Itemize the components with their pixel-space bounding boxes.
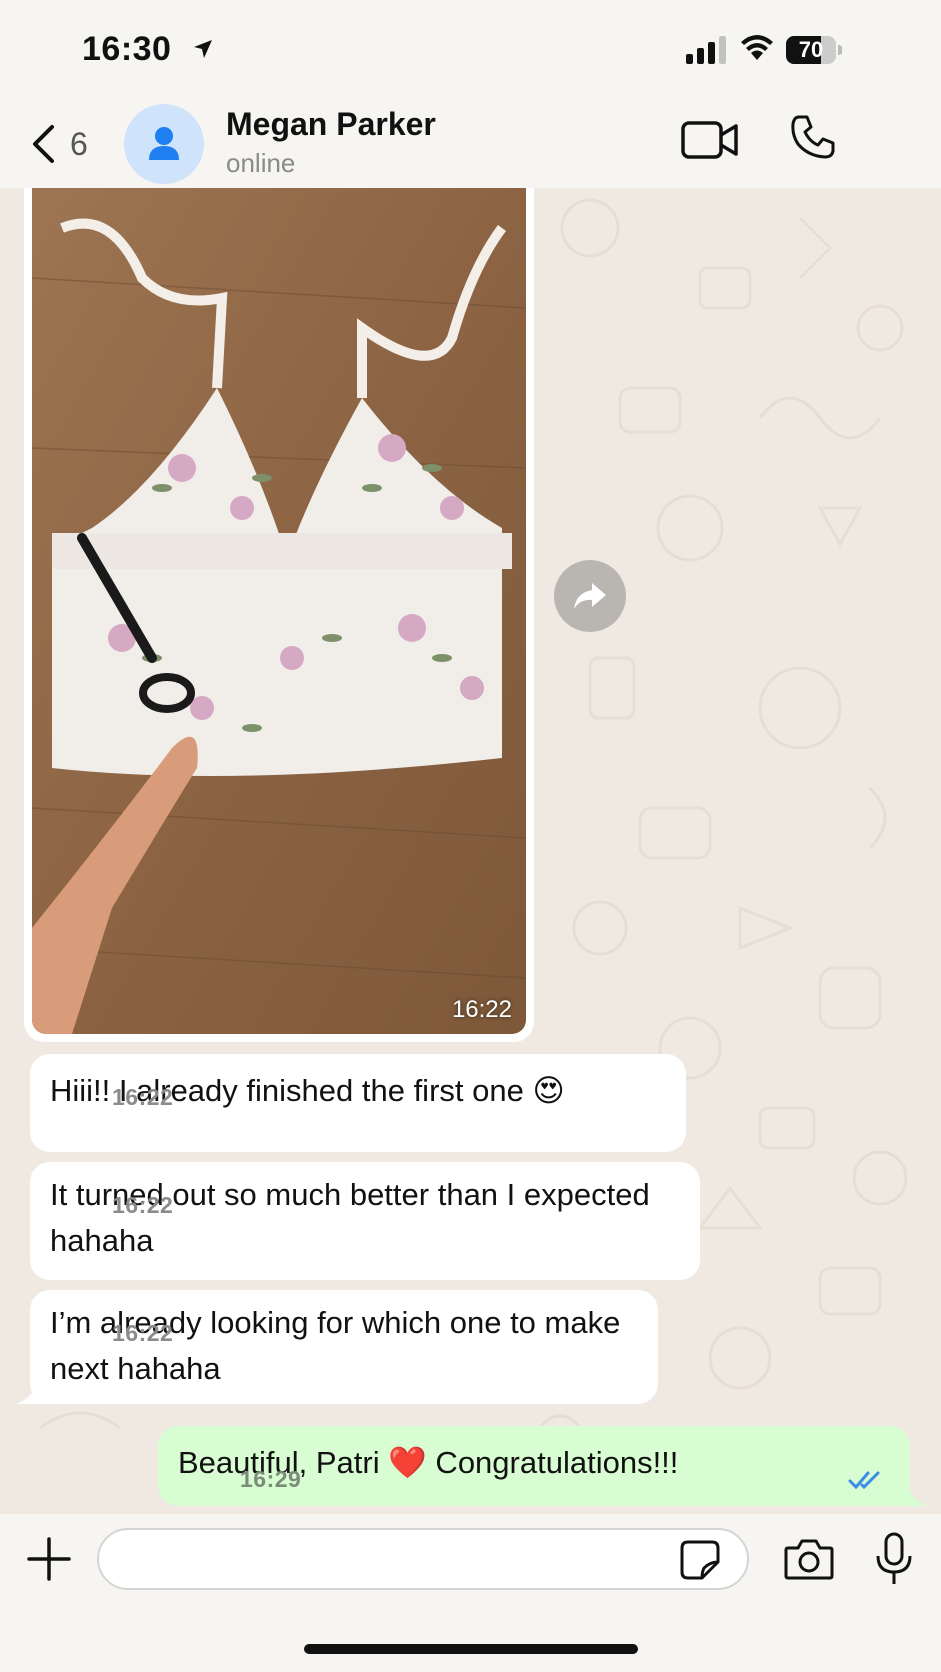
forward-icon (574, 583, 606, 609)
back-button[interactable]: 6 (30, 118, 110, 170)
message-time: 16:22 (112, 1084, 174, 1110)
message-time: 16:22 (112, 1192, 174, 1218)
plus-icon (27, 1537, 71, 1581)
contact-name[interactable]: Megan Parker (226, 106, 436, 143)
camera-icon (784, 1539, 834, 1580)
image-message[interactable]: 16:22 (24, 188, 534, 1042)
status-bar: 16:30 70 (0, 0, 941, 100)
sticker-button[interactable] (680, 1540, 720, 1585)
floral-top-photo (32, 188, 526, 1034)
microphone-button[interactable] (874, 1532, 914, 1591)
composer-bar (0, 1514, 941, 1672)
video-call-button[interactable] (680, 120, 740, 165)
phone-icon (791, 115, 835, 159)
attach-button[interactable] (26, 1536, 72, 1587)
signal-icon (686, 36, 726, 64)
avatar[interactable] (124, 104, 204, 184)
message-image[interactable]: 16:22 (32, 188, 526, 1034)
status-time: 16:30 (82, 30, 172, 68)
contact-status: online (226, 148, 296, 178)
outgoing-message[interactable]: Beautiful, Patri ❤️ Congratulations!!! 1… (158, 1426, 910, 1506)
chat-header: 6 Megan Parker online (0, 100, 941, 188)
microphone-icon (876, 1532, 912, 1584)
home-indicator (304, 1644, 638, 1654)
camera-button[interactable] (784, 1538, 834, 1585)
wifi-icon (741, 35, 773, 60)
location-arrow-icon (194, 40, 212, 58)
battery-icon: 70 (786, 36, 842, 64)
image-time: 16:22 (451, 996, 512, 1023)
incoming-message[interactable]: I’m already looking for which one to mak… (30, 1290, 658, 1404)
person-icon (149, 127, 179, 160)
video-camera-icon (681, 121, 738, 159)
sticker-icon (680, 1540, 720, 1580)
forward-button[interactable] (554, 560, 626, 632)
message-time: 16:29 (240, 1466, 302, 1492)
unread-count: 6 (70, 125, 88, 162)
chat-area[interactable]: 16:22 Hiii!! I already finished the firs… (0, 188, 941, 1514)
voice-call-button[interactable] (790, 114, 836, 165)
message-time: 16:22 (112, 1320, 174, 1346)
bubble-tail (16, 1378, 46, 1404)
incoming-message[interactable]: It turned out so much better than I expe… (30, 1162, 700, 1280)
bubble-tail (898, 1478, 928, 1506)
double-check-icon (848, 1471, 880, 1490)
message-input[interactable] (97, 1528, 749, 1590)
battery-level: 70 (798, 37, 824, 62)
incoming-message[interactable]: Hiii!! I already finished the first one … (30, 1054, 686, 1152)
back-chevron-icon (33, 125, 54, 163)
